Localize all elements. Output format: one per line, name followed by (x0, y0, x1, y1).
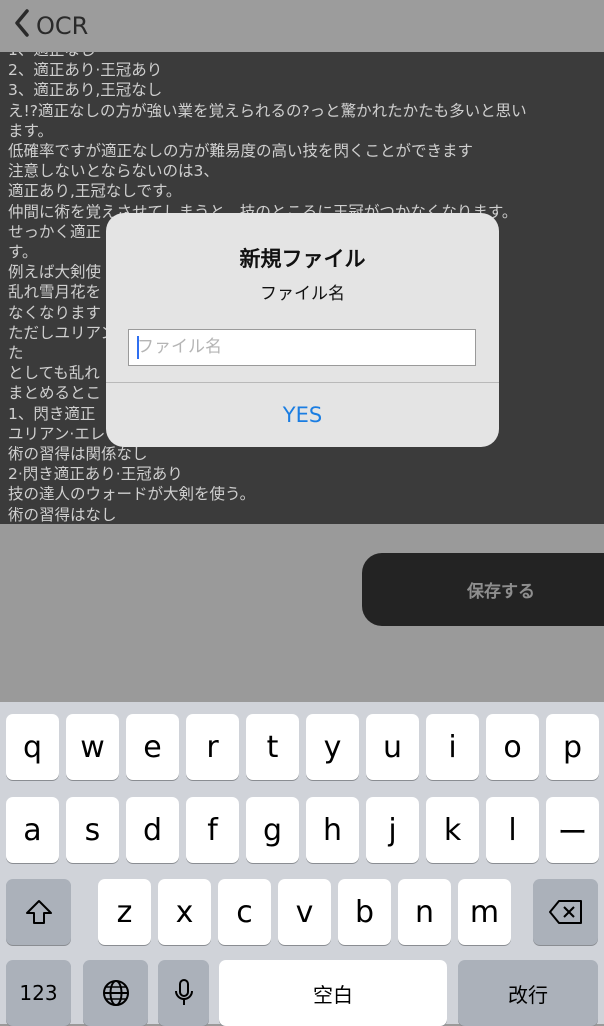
save-button-label: 保存する (467, 582, 535, 602)
yes-button[interactable]: YES (106, 383, 499, 447)
text-line: 2、適正あり·王冠あり (8, 61, 163, 80)
key-g[interactable]: g (246, 797, 299, 863)
text-line: 適正あり,王冠なしです。 (8, 182, 182, 201)
key-c[interactable]: c (218, 879, 271, 945)
text-line: 術の習得はなし (8, 505, 117, 524)
key-z[interactable]: z (98, 879, 151, 945)
shift-key[interactable] (6, 879, 71, 945)
key-y[interactable]: y (306, 714, 359, 780)
globe-icon (101, 978, 131, 1008)
key-i[interactable]: i (426, 714, 479, 780)
key-f[interactable]: f (186, 797, 239, 863)
back-button[interactable]: OCR (14, 9, 88, 43)
key-ー[interactable]: ー (546, 797, 599, 863)
file-name-field[interactable] (128, 329, 476, 366)
key-v[interactable]: v (278, 879, 331, 945)
new-file-dialog: 新規ファイル ファイル名 YES (106, 213, 499, 447)
key-k[interactable]: k (426, 797, 479, 863)
globe-key[interactable] (83, 960, 148, 1026)
file-name-input[interactable] (129, 330, 475, 363)
text-line: 注意しないとならないのは3、 (8, 162, 219, 181)
text-line: え!?適正なしの方が強い業を覚えられるの?っと驚かれたかたも多いと思い (8, 101, 527, 120)
delete-key[interactable] (533, 879, 598, 945)
key-t[interactable]: t (246, 714, 299, 780)
key-h[interactable]: h (306, 797, 359, 863)
shift-icon (24, 898, 54, 926)
key-l[interactable]: l (486, 797, 539, 863)
backspace-icon (548, 899, 584, 925)
key-d[interactable]: d (126, 797, 179, 863)
key-a[interactable]: a (6, 797, 59, 863)
text-line: 2·閃き適正あり·王冠あり (8, 465, 183, 484)
space-key[interactable]: 空白 (219, 960, 447, 1026)
key-s[interactable]: s (66, 797, 119, 863)
save-button[interactable]: 保存する (362, 553, 604, 626)
key-b[interactable]: b (338, 879, 391, 945)
text-line: ます。 (8, 121, 53, 140)
key-p[interactable]: p (546, 714, 599, 780)
text-line: 3、適正あり,王冠なし (8, 81, 163, 100)
key-j[interactable]: j (366, 797, 419, 863)
key-w[interactable]: w (66, 714, 119, 780)
nav-bar: OCR (0, 0, 604, 52)
text-line: 1、適正なし (8, 52, 596, 60)
text-line: 低確率ですが適正なしの方が難易度の高い技を閃くことができます (8, 142, 474, 161)
keyboard: qwertyuiop asdfghjklー zxcvbnm 123 空白 改行 (0, 702, 604, 1026)
chevron-left-icon (14, 9, 30, 43)
key-x[interactable]: x (158, 879, 211, 945)
key-q[interactable]: q (6, 714, 59, 780)
dictation-key[interactable] (158, 960, 209, 1026)
key-m[interactable]: m (458, 879, 511, 945)
back-label: OCR (36, 12, 89, 40)
key-n[interactable]: n (398, 879, 451, 945)
microphone-icon (173, 977, 195, 1009)
dialog-title: 新規ファイル (239, 247, 366, 271)
text-cursor (137, 336, 139, 359)
key-u[interactable]: u (366, 714, 419, 780)
key-r[interactable]: r (186, 714, 239, 780)
key-o[interactable]: o (486, 714, 539, 780)
text-line: 技の達人のウォードが大剣を使う。 (8, 485, 256, 504)
dialog-message: ファイル名 (260, 284, 345, 304)
numbers-key[interactable]: 123 (6, 960, 71, 1026)
key-e[interactable]: e (126, 714, 179, 780)
text-line: 術の習得は関係なし (8, 445, 148, 464)
return-key[interactable]: 改行 (458, 960, 598, 1026)
